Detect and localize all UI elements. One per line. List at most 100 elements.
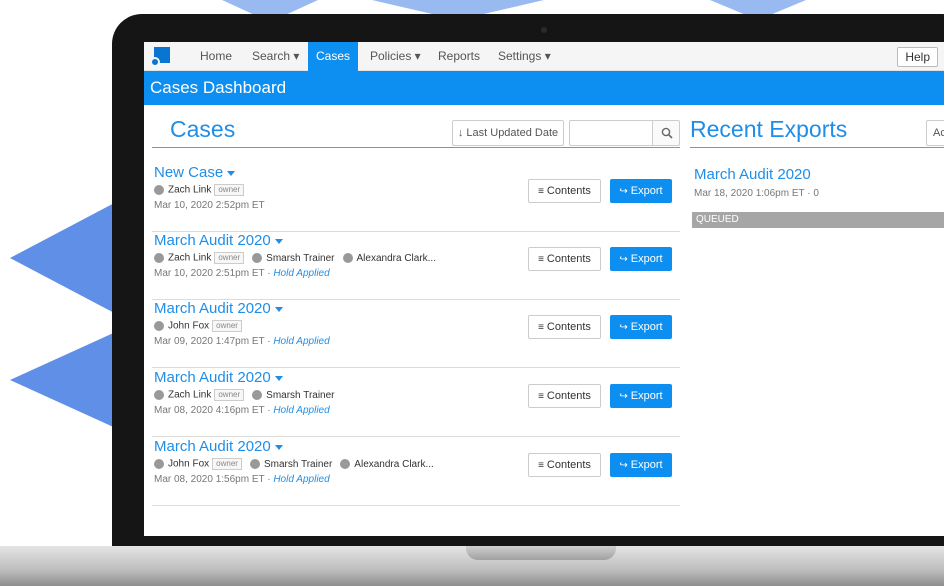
case-meta: Mar 10, 2020 2:52pm ET (154, 200, 265, 211)
case-date: Mar 08, 2020 4:16pm ET (154, 405, 265, 416)
member: Smarsh Trainer (249, 459, 332, 470)
list-icon: ≡ (538, 254, 544, 265)
contents-button[interactable]: ≡ Contents (528, 384, 601, 408)
laptop-notch (466, 546, 616, 560)
decor-triangle (10, 200, 120, 316)
export-icon: ↪ (619, 322, 628, 333)
user-avatar-icon (342, 252, 353, 263)
case-members: John Fox owner Smarsh Trainer Alexandra Cla… (154, 458, 442, 470)
case-name-link[interactable]: March Audit 2020 (154, 369, 283, 386)
search-button[interactable] (652, 120, 680, 146)
search-input[interactable] (569, 120, 653, 146)
case-name: March Audit 2020 (154, 300, 271, 317)
case-name: March Audit 2020 (154, 438, 271, 455)
chevron-down-icon[interactable] (227, 170, 236, 176)
member: Alexandra Clark... (340, 458, 434, 470)
contents-button[interactable]: ≡ Contents (528, 179, 601, 203)
app-logo-icon[interactable] (150, 47, 172, 69)
export-item-name[interactable]: March Audit 2020 (694, 166, 811, 183)
member-name: Alexandra Clark... (356, 252, 436, 264)
nav-policies[interactable]: Policies ▾ (362, 42, 429, 71)
case-row: March Audit 2020 Zach Link owner Smarsh Tra… (152, 232, 680, 300)
owner-badge: owner (212, 458, 242, 470)
user-avatar-icon (154, 253, 164, 263)
cases-panel-title: Cases (170, 116, 236, 142)
member-name: John Fox (168, 320, 210, 332)
separator: · (264, 474, 274, 485)
separator: · (264, 405, 274, 416)
case-name-link[interactable]: March Audit 2020 (154, 232, 283, 249)
contents-label: Contents (546, 459, 591, 471)
decor-triangle (10, 330, 120, 430)
case-members: Zach Link owner Smarsh Trainer (154, 389, 343, 401)
export-button[interactable]: ↪ Export (610, 384, 672, 408)
case-members: Zach Link owner Smarsh Trainer Alexandra Cl… (154, 252, 444, 264)
contents-button[interactable]: ≡ Contents (528, 453, 601, 477)
user-avatar-icon (154, 459, 164, 469)
export-button[interactable]: ↪ Export (610, 247, 672, 271)
list-icon: ≡ (538, 186, 544, 197)
member-name: John Fox (168, 458, 210, 470)
member-name: Smarsh Trainer (266, 252, 335, 264)
member: John Fox owner (154, 320, 242, 332)
export-button[interactable]: ↪ Export (610, 315, 672, 339)
export-item-meta: Mar 18, 2020 1:06pm ET · 0 (694, 188, 819, 199)
case-name-link[interactable]: March Audit 2020 (154, 438, 283, 455)
chevron-down-icon[interactable] (274, 238, 283, 244)
chevron-down-icon[interactable] (274, 444, 283, 450)
owner-badge: owner (212, 320, 242, 332)
member-name: Zach Link (168, 184, 212, 196)
nav-cases[interactable]: Cases (308, 42, 359, 71)
case-meta: Mar 09, 2020 1:47pm ET · Hold Applied (154, 336, 330, 347)
chevron-down-icon[interactable] (274, 306, 283, 312)
member-name: Zach Link (168, 252, 212, 264)
case-date: Mar 10, 2020 2:52pm ET (154, 200, 265, 211)
member: Zach Link owner (154, 389, 245, 401)
export-icon: ↪ (619, 186, 628, 197)
exports-panel-title: Recent Exports (690, 116, 848, 142)
nav-settings[interactable]: Settings ▾ (490, 42, 559, 71)
member: Zach Link owner (154, 184, 245, 196)
export-button[interactable]: ↪ Export (610, 179, 672, 203)
chevron-down-icon[interactable] (274, 375, 283, 381)
help-button[interactable]: Help (897, 47, 938, 67)
export-button[interactable]: ↪ Export (610, 453, 672, 477)
divider (690, 147, 944, 148)
member-name: Smarsh Trainer (266, 389, 335, 401)
separator: · (264, 336, 274, 347)
user-avatar-icon (154, 321, 164, 331)
hold-status: Hold Applied (273, 474, 330, 485)
export-label: Export (630, 185, 663, 197)
contents-label: Contents (546, 321, 591, 333)
nav-reports[interactable]: Reports (430, 42, 488, 71)
member: Alexandra Clark... (342, 252, 436, 264)
contents-button[interactable]: ≡ Contents (528, 315, 601, 339)
contents-button[interactable]: ≡ Contents (528, 247, 601, 271)
search-icon (661, 127, 673, 139)
member-name: Zach Link (168, 389, 212, 401)
case-row: New Case Zach Link owner Mar 10, 2020 2:52p… (152, 164, 680, 232)
page-header: Cases Dashboard (144, 71, 944, 105)
case-row: March Audit 2020 John Fox owner Mar 09, 202… (152, 300, 680, 368)
hold-status: Hold Applied (273, 336, 330, 347)
case-name: New Case (154, 164, 224, 181)
sort-button[interactable]: ↓ Last Updated Date (452, 120, 564, 146)
export-label: Export (630, 459, 663, 471)
owner-badge: owner (214, 184, 245, 196)
add-export-button[interactable]: Ac (926, 120, 944, 146)
export-label: Export (630, 321, 663, 333)
contents-label: Contents (546, 253, 591, 265)
member-name: Alexandra Clark... (354, 458, 434, 470)
user-avatar-icon (154, 185, 164, 195)
case-name-link[interactable]: March Audit 2020 (154, 300, 283, 317)
case-name-link[interactable]: New Case (154, 164, 236, 181)
case-date: Mar 10, 2020 2:51pm ET (154, 268, 265, 279)
export-label: Export (630, 390, 663, 402)
nav-search[interactable]: Search ▾ (244, 42, 307, 71)
case-date: Mar 09, 2020 1:47pm ET (154, 336, 265, 347)
user-avatar-icon (154, 390, 164, 400)
hold-status: Hold Applied (273, 405, 330, 416)
case-name: March Audit 2020 (154, 232, 271, 249)
webcam (541, 27, 547, 33)
nav-home[interactable]: Home (192, 42, 240, 71)
